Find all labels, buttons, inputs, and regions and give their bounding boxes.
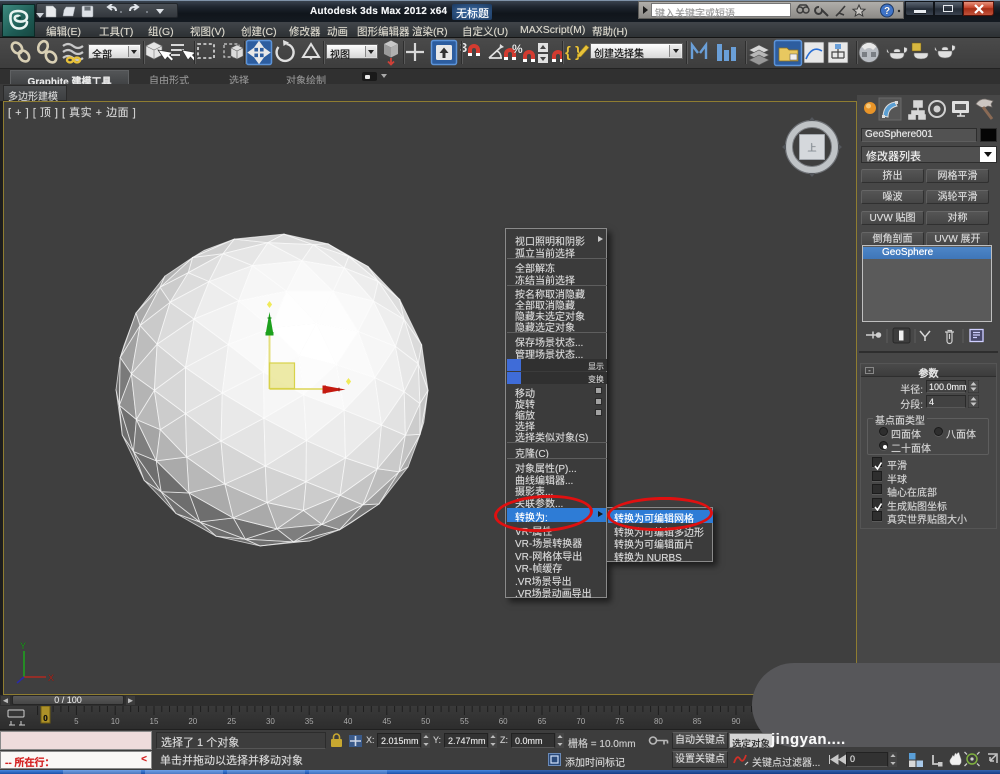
svg-text:Y: Y	[20, 641, 26, 651]
svg-text:85: 85	[693, 717, 702, 726]
svg-text:25: 25	[227, 717, 236, 726]
svg-text:35: 35	[305, 717, 314, 726]
svg-text:10: 10	[111, 717, 120, 726]
svg-text:?: ?	[884, 6, 890, 17]
svg-text:20: 20	[188, 717, 197, 726]
svg-text:50: 50	[421, 717, 430, 726]
svg-text:0: 0	[43, 714, 48, 723]
svg-text:{ }: { }	[565, 44, 581, 61]
svg-text:65: 65	[538, 717, 547, 726]
svg-text:75: 75	[615, 717, 624, 726]
svg-text:70: 70	[576, 717, 585, 726]
svg-text:60: 60	[499, 717, 508, 726]
svg-text:80: 80	[654, 717, 663, 726]
svg-text:30: 30	[266, 717, 275, 726]
svg-text:40: 40	[344, 717, 353, 726]
svg-text:55: 55	[460, 717, 469, 726]
svg-text:90: 90	[732, 717, 741, 726]
svg-text:15: 15	[150, 717, 159, 726]
svg-text:5: 5	[74, 717, 79, 726]
svg-text:45: 45	[382, 717, 391, 726]
svg-text:X: X	[48, 673, 54, 683]
svg-text:%: %	[512, 42, 523, 56]
svg-text:上: 上	[807, 143, 816, 153]
